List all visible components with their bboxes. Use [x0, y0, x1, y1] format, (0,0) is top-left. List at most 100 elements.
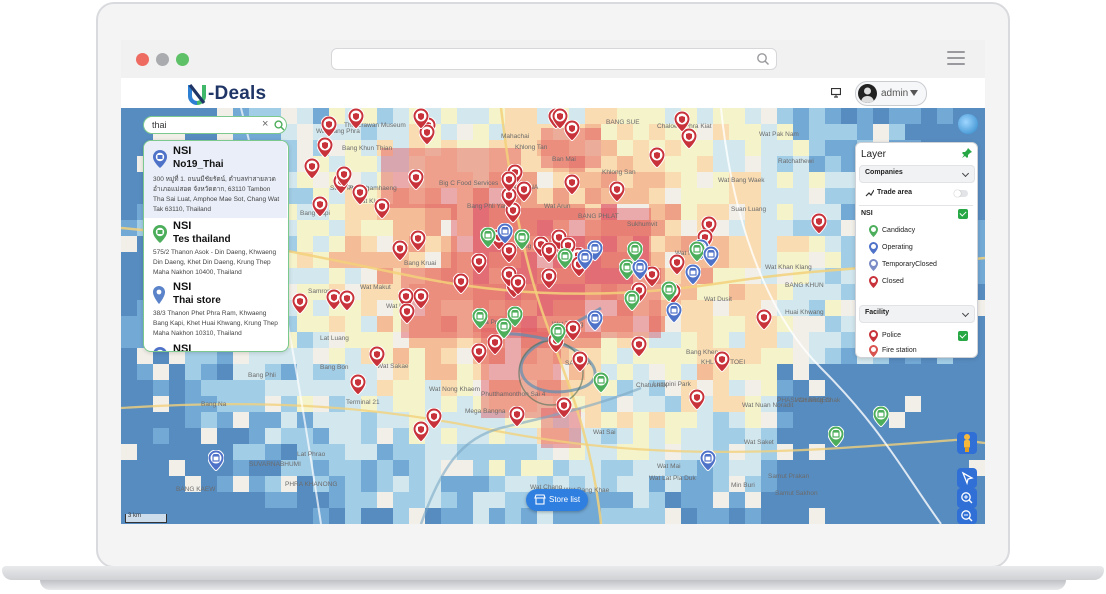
police-marker[interactable] — [540, 241, 558, 264]
store-marker[interactable] — [471, 307, 489, 330]
police-marker[interactable] — [316, 136, 334, 159]
store-marker[interactable] — [576, 248, 594, 271]
nsi-checkbox[interactable] — [958, 209, 968, 219]
store-marker[interactable] — [827, 425, 845, 448]
store-list-button[interactable]: Store list — [526, 489, 588, 511]
police-marker[interactable] — [608, 180, 626, 203]
store-marker[interactable] — [626, 240, 644, 263]
store-marker[interactable] — [549, 322, 567, 345]
store-marker[interactable] — [665, 301, 683, 324]
select-tool-button[interactable] — [957, 468, 977, 488]
police-marker[interactable] — [755, 308, 773, 331]
search-result-item[interactable]: NSI Thai store 38/3 Thanon Phet Phra Ram… — [144, 279, 287, 341]
police-marker[interactable] — [412, 108, 430, 130]
minimize-window-button[interactable] — [156, 53, 169, 66]
store-marker[interactable] — [699, 449, 717, 472]
police-marker[interactable] — [351, 183, 369, 206]
clear-icon[interactable]: × — [262, 118, 268, 130]
store-marker[interactable] — [207, 449, 225, 472]
police-marker[interactable] — [407, 168, 425, 191]
police-marker[interactable] — [349, 373, 367, 396]
map-label: Samut Prakan — [768, 473, 810, 480]
police-marker[interactable] — [398, 302, 416, 325]
police-marker[interactable] — [688, 388, 706, 411]
police-marker[interactable] — [509, 273, 527, 296]
police-marker[interactable] — [391, 239, 409, 262]
store-marker[interactable] — [506, 305, 524, 328]
police-marker[interactable] — [648, 146, 666, 169]
police-marker[interactable] — [412, 287, 430, 310]
companies-section[interactable]: Companies — [859, 165, 975, 183]
police-marker[interactable] — [515, 180, 533, 203]
user-menu[interactable]: admin — [855, 81, 927, 106]
zoom-in-button[interactable] — [957, 488, 977, 508]
store-marker[interactable] — [623, 289, 641, 312]
police-marker[interactable] — [713, 350, 731, 373]
street-view-icon[interactable] — [957, 432, 977, 454]
police-marker[interactable] — [571, 350, 589, 373]
police-marker[interactable] — [368, 345, 386, 368]
store-marker[interactable] — [684, 263, 702, 286]
police-marker[interactable] — [555, 396, 573, 419]
search-result-item[interactable]: NSI — [144, 341, 287, 351]
police-marker[interactable] — [452, 272, 470, 295]
store-marker[interactable] — [660, 280, 678, 303]
pin-icon[interactable] — [962, 148, 972, 158]
search-input[interactable]: thai × — [143, 116, 287, 134]
police-marker[interactable] — [500, 170, 518, 193]
logo-text: -Deals — [208, 83, 267, 104]
menu-icon[interactable] — [947, 51, 965, 65]
search-result-item[interactable]: NSI Tes thailand 575/2 Thanon Asok - Din… — [144, 218, 287, 279]
store-marker[interactable] — [479, 226, 497, 249]
trade-area-toggle[interactable] — [954, 190, 968, 197]
police-marker[interactable] — [630, 335, 648, 358]
police-checkbox[interactable] — [958, 331, 968, 341]
map-label: Phutthamonthon Sai 4 — [481, 391, 546, 398]
store-marker[interactable] — [556, 247, 574, 270]
search-icon[interactable] — [274, 120, 285, 131]
facility-section[interactable]: Facility — [859, 305, 975, 323]
legend-pin-icon — [869, 259, 878, 271]
police-marker[interactable] — [810, 212, 828, 235]
police-marker[interactable] — [470, 252, 488, 275]
police-marker[interactable] — [291, 292, 309, 315]
logo[interactable]: -Deals — [187, 83, 266, 105]
police-marker[interactable] — [303, 157, 321, 180]
legend-pin-icon — [869, 276, 878, 288]
store-marker[interactable] — [592, 371, 610, 394]
store-marker[interactable] — [586, 309, 604, 332]
map-canvas[interactable]: Wat Klang Wat Khan Klang BANG PHLAT BANG KH… — [121, 108, 985, 524]
close-window-button[interactable] — [136, 53, 149, 66]
search-result-item[interactable]: NSI No19_Thai 300 หมู่ที่ 1. ถนนมีชัยรัต… — [144, 141, 287, 218]
police-marker[interactable] — [335, 165, 353, 188]
police-marker[interactable] — [551, 108, 569, 130]
police-marker[interactable] — [412, 420, 430, 443]
police-marker[interactable] — [347, 108, 365, 130]
police-marker[interactable] — [320, 115, 338, 138]
police-marker[interactable] — [338, 289, 356, 312]
store-marker[interactable] — [702, 245, 720, 268]
store-marker[interactable] — [631, 258, 649, 281]
police-marker[interactable] — [311, 195, 329, 218]
police-marker[interactable] — [373, 197, 391, 220]
address-bar[interactable] — [331, 48, 777, 70]
globe-icon[interactable] — [958, 114, 978, 134]
police-marker[interactable] — [508, 405, 526, 428]
police-marker[interactable] — [470, 342, 488, 365]
police-marker[interactable] — [563, 173, 581, 196]
facility-legend-label: Fire station — [882, 347, 917, 354]
police-marker[interactable] — [673, 110, 691, 133]
map-label: Bang Khun Thian — [342, 145, 393, 152]
police-marker[interactable] — [409, 229, 427, 252]
map-label: Wat Sai — [593, 429, 616, 436]
police-marker[interactable] — [540, 267, 558, 290]
zoom-out-button[interactable] — [957, 508, 977, 524]
monitor-icon[interactable] — [831, 88, 841, 98]
police-marker[interactable] — [668, 253, 686, 276]
police-marker[interactable] — [564, 319, 582, 342]
map-label: Wat Bang Chak — [795, 397, 841, 404]
store-marker[interactable] — [513, 228, 531, 251]
store-marker[interactable] — [872, 405, 890, 428]
maximize-window-button[interactable] — [176, 53, 189, 66]
store-marker[interactable] — [496, 222, 514, 245]
